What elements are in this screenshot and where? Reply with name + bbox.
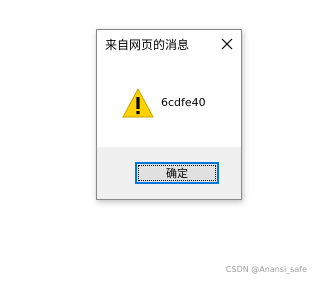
ok-button-label: 确定: [166, 167, 188, 180]
dialog-footer: 确定: [97, 147, 241, 199]
dialog-titlebar[interactable]: 来自网页的消息: [97, 30, 241, 60]
dialog-message: 6cdfe40: [161, 96, 206, 109]
ok-button[interactable]: 确定: [135, 162, 219, 184]
alert-dialog: 来自网页的消息 6cdfe40 确定: [96, 29, 242, 200]
watermark: CSDN @Anansi_safe: [225, 265, 307, 274]
close-icon[interactable]: [219, 36, 235, 52]
warning-icon: [122, 87, 154, 119]
dialog-title: 来自网页的消息: [105, 38, 190, 52]
